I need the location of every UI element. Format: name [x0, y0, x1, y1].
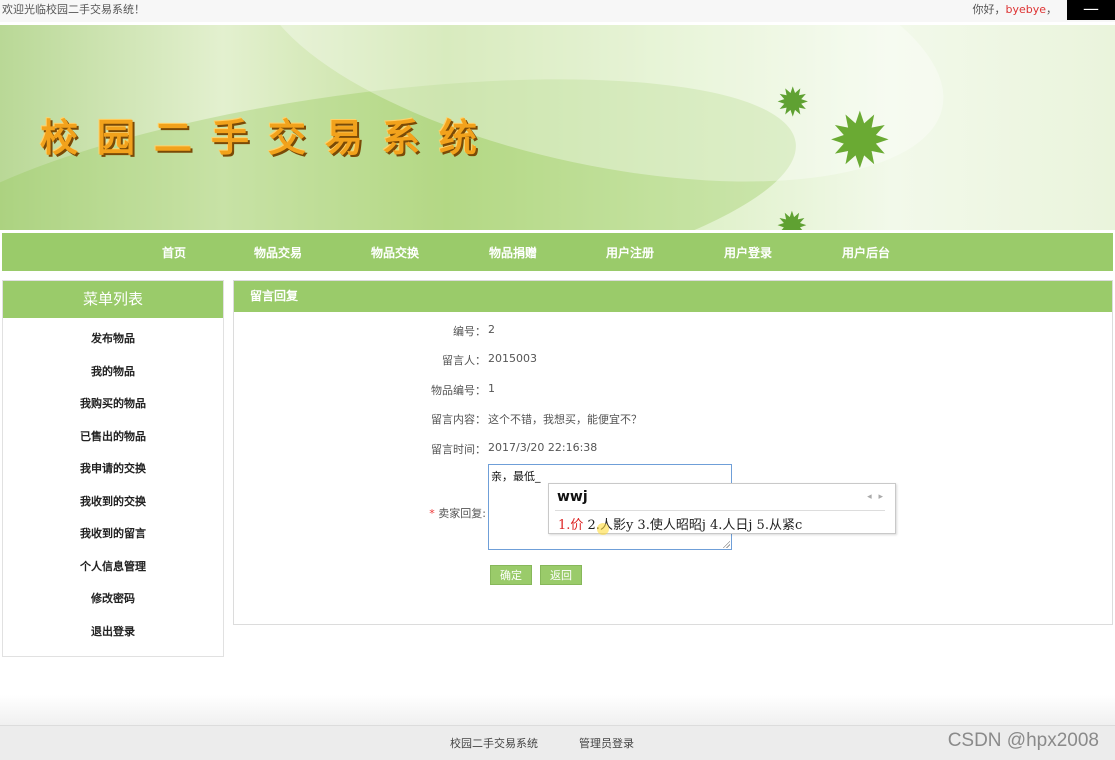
field-label-item-id: 物品编号：: [431, 384, 486, 397]
nav-login[interactable]: 用户登录: [724, 244, 772, 261]
field-value-id: 2: [488, 323, 495, 336]
sidebar-list: 发布物品 我的物品 我购买的物品 已售出的物品 我申请的交换 我收到的交换 我收…: [3, 318, 223, 648]
field-label-time: 留言时间：: [431, 443, 486, 456]
footer: 校园二手交易系统 管理员登录 CSDN @hpx2008: [0, 725, 1115, 760]
ime-divider: [555, 510, 885, 511]
panel-title: 留言回复: [234, 281, 1112, 312]
mouse-cursor-highlight: [597, 523, 609, 535]
site-banner: 校园二手交易系统 ✹ ✹ ✹: [0, 25, 1115, 230]
flower-icon: ✹: [776, 204, 808, 230]
field-label-content: 留言内容：: [431, 413, 486, 426]
ime-candidate-first[interactable]: 1.价: [558, 518, 583, 533]
sidebar-item-logout[interactable]: 退出登录: [3, 616, 223, 649]
site-title: 校园二手交易系统: [40, 115, 497, 160]
resize-handle-icon[interactable]: [722, 540, 730, 548]
nav-exchange[interactable]: 物品交换: [371, 244, 419, 261]
greeting-text: 你好，: [972, 3, 1006, 16]
confirm-button[interactable]: 确定: [490, 565, 532, 585]
nav-trade[interactable]: 物品交易: [254, 244, 302, 261]
sidebar-item-purchased[interactable]: 我购买的物品: [3, 388, 223, 421]
field-value-item-id: 1: [488, 382, 495, 395]
nav-home[interactable]: 首页: [162, 244, 186, 261]
main-nav: 首页 物品交易 物品交换 物品捐赠 用户注册 用户登录 用户后台: [2, 233, 1113, 271]
user-greeting: 你好，byebye，: [972, 1, 1057, 17]
nav-register[interactable]: 用户注册: [606, 244, 654, 261]
username-link[interactable]: byebye: [1005, 3, 1046, 16]
sidebar-title: 菜单列表: [3, 281, 223, 318]
minimize-button[interactable]: —: [1067, 0, 1115, 20]
sidebar-item-my-items[interactable]: 我的物品: [3, 356, 223, 389]
nav-user-backend[interactable]: 用户后台: [842, 244, 890, 261]
ime-candidates: 1.价 2.人影y 3.使人昭昭j 4.人日j 5.从紧c: [558, 514, 802, 533]
reply-label: * 卖家回复:: [234, 505, 486, 521]
greeting-suffix: ，: [1046, 3, 1057, 16]
field-value-content: 这个不错，我想买，能便宜不？: [488, 413, 642, 426]
field-value-author: 2015003: [488, 352, 537, 365]
sidebar-item-publish[interactable]: 发布物品: [3, 323, 223, 356]
ime-composition: wwj: [557, 489, 588, 505]
sidebar-menu: 菜单列表 发布物品 我的物品 我购买的物品 已售出的物品 我申请的交换 我收到的…: [2, 280, 224, 657]
top-bar: 欢迎光临校园二手交易系统！ 你好，byebye， —: [0, 0, 1115, 22]
field-value-time: 2017/3/20 22:16:38: [488, 441, 598, 454]
footer-admin-login-link[interactable]: 管理员登录: [579, 735, 634, 751]
field-label-id: 编号：: [453, 325, 486, 338]
ime-candidate-rest[interactable]: 2.人影y 3.使人昭昭j 4.人日j 5.从紧c: [583, 518, 803, 533]
sidebar-item-exchange-requests[interactable]: 我申请的交换: [3, 453, 223, 486]
reply-label-text: 卖家回复:: [438, 507, 486, 520]
flower-icon: ✹: [828, 96, 892, 185]
watermark-text: CSDN @hpx2008: [947, 730, 1099, 751]
field-label-author: 留言人：: [442, 354, 486, 367]
welcome-text: 欢迎光临校园二手交易系统！: [2, 3, 145, 16]
footer-spacer: [0, 695, 1115, 725]
sidebar-item-change-password[interactable]: 修改密码: [3, 583, 223, 616]
reply-panel: 留言回复 编号： 2 留言人： 2015003 物品编号： 1 留言内容： 这个…: [233, 280, 1113, 625]
ime-page-arrows-icon[interactable]: ◂ ▸: [867, 492, 885, 502]
footer-system-link[interactable]: 校园二手交易系统: [450, 735, 538, 751]
reply-text: 亲，最低_: [491, 470, 541, 483]
required-mark: *: [429, 507, 435, 520]
sidebar-item-sold[interactable]: 已售出的物品: [3, 421, 223, 454]
flower-icon: ✹: [776, 80, 810, 126]
sidebar-item-received-exchanges[interactable]: 我收到的交换: [3, 486, 223, 519]
sidebar-item-received-messages[interactable]: 我收到的留言: [3, 518, 223, 551]
sidebar-item-profile[interactable]: 个人信息管理: [3, 551, 223, 584]
nav-donate[interactable]: 物品捐赠: [489, 244, 537, 261]
back-button[interactable]: 返回: [540, 565, 582, 585]
